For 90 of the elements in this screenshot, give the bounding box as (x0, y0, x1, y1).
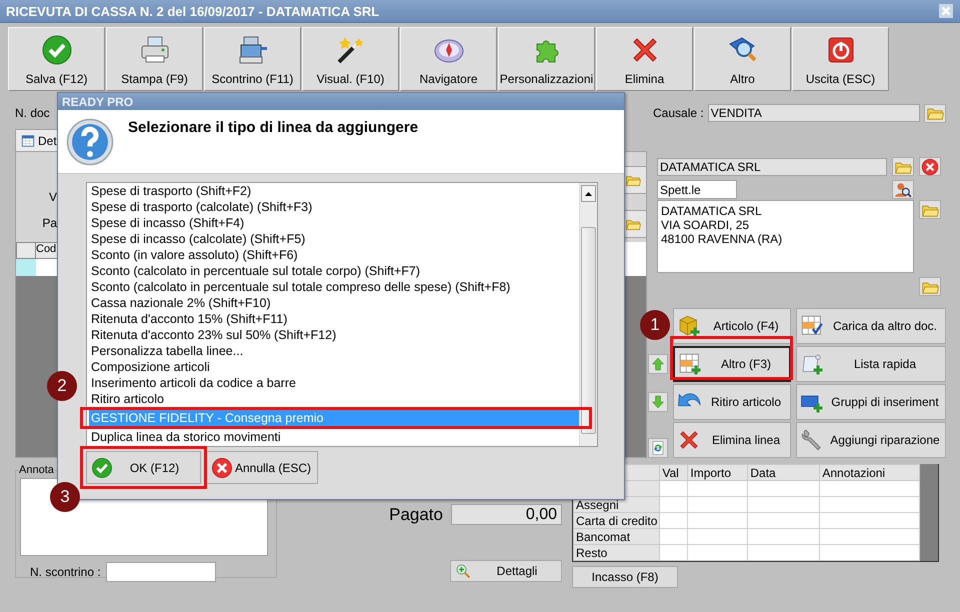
cancel-button[interactable]: Annulla (ESC) (206, 451, 318, 484)
up-arrow-icon (585, 192, 592, 196)
document-number-label: N. doc (15, 106, 51, 120)
line-button[interactable]: Lista rapida (796, 346, 946, 382)
move-up-button[interactable] (648, 354, 668, 374)
toolbar-button[interactable]: Salva (F12) (8, 27, 105, 91)
dialog-title: READY PRO (58, 93, 624, 110)
field-label: Pa (42, 216, 57, 230)
line-button[interactable]: Articolo (F4) (673, 308, 791, 344)
toolbar-button[interactable]: Uscita (ESC) (792, 27, 889, 91)
line-button[interactable]: Elimina linea (673, 422, 791, 458)
list-item[interactable]: Spese di incasso (Shift+F4) (89, 215, 579, 231)
toolbar-button[interactable]: Visual. (F10) (302, 27, 399, 91)
causale-field[interactable]: VENDITA (708, 104, 920, 122)
line-type-list[interactable] (86, 182, 598, 447)
cash-register-icon (236, 34, 268, 66)
up-arrow-icon (650, 356, 666, 372)
line-button[interactable]: Gruppi di inseriment (796, 384, 946, 420)
toolbar-button[interactable]: Personalizzazioni (498, 27, 595, 91)
question-icon (66, 118, 114, 166)
list-item[interactable]: Composizione articoli (89, 359, 579, 375)
toolbar-button[interactable]: Stampa (F9) (106, 27, 203, 91)
table-plus-icon (678, 352, 702, 376)
receipt-number-field[interactable] (106, 562, 216, 582)
check-icon (40, 34, 72, 66)
column-header: Annotazioni (820, 464, 920, 480)
box-plus-icon (677, 314, 701, 338)
line-button[interactable]: Altro (F3) (673, 346, 791, 382)
salutation-field[interactable]: Spett.le (657, 180, 737, 199)
list-item[interactable]: Spese di trasporto (calcolate) (Shift+F3) (89, 199, 579, 215)
list-item[interactable]: Ritenuta d'acconto 15% (Shift+F11) (89, 311, 579, 327)
paid-field[interactable]: 0,00 (451, 504, 562, 525)
list-item[interactable]: Personalizza tabella linee... (89, 343, 579, 359)
folder-button[interactable] (919, 200, 941, 219)
list-item[interactable]: Cassa nazionale 2% (Shift+F10) (89, 295, 579, 311)
toolbar-button[interactable]: Altro (694, 27, 791, 91)
line-button[interactable]: Ritiro articolo (673, 384, 791, 420)
details-button[interactable]: Dettagli (450, 560, 562, 582)
incasso-button[interactable]: Incasso (F8) (572, 566, 678, 588)
scroll-plus-icon (800, 352, 824, 376)
notes-label: Annota (19, 464, 54, 476)
close-icon (938, 3, 954, 19)
folder-button[interactable] (924, 104, 946, 122)
row-header (16, 242, 36, 259)
close-button[interactable] (938, 3, 954, 19)
list-item[interactable]: Inserimento articoli da codice a barre (89, 375, 579, 391)
person-search-icon (894, 180, 912, 198)
toolbar-button[interactable]: Scontrino (F11) (204, 27, 301, 91)
list-item[interactable]: Ritenuta d'acconto 23% sul 50% (Shift+F12) (89, 327, 579, 343)
move-down-button[interactable] (648, 392, 668, 412)
down-arrow-icon (650, 394, 666, 410)
customer-name-field[interactable]: DATAMATICA SRL (657, 158, 887, 176)
scroll-thumb[interactable] (581, 227, 596, 434)
scroll-up-button[interactable] (581, 185, 596, 202)
folder-button[interactable] (919, 277, 941, 296)
list-item[interactable]: Spese di trasporto (Shift+F2) (89, 183, 579, 199)
refresh-icon (650, 440, 666, 456)
address-field[interactable]: DATAMATICA SRL VIA SOARDI, 25 48100 RAVENNA (RA) (657, 200, 914, 273)
paid-label: Pagato (389, 504, 443, 524)
cancel-icon (211, 456, 233, 478)
refresh-button[interactable] (648, 438, 668, 458)
row-label: Carta di credito (574, 512, 660, 528)
check-icon (91, 456, 113, 478)
row-label: Bancomat (574, 528, 660, 544)
toolbar-button[interactable]: Navigatore (400, 27, 497, 91)
field-label: V (48, 190, 57, 204)
column-header: Importo (688, 464, 748, 480)
step-badge: 1 (640, 310, 670, 340)
line-button[interactable]: Aggiungi riparazione (796, 422, 946, 458)
dialog-heading: Selezionare il tipo di linea da aggiungere (128, 119, 418, 136)
line-button[interactable]: Carica da altro doc. (796, 308, 946, 344)
scrollbar[interactable] (579, 183, 597, 446)
list-item[interactable]: Sconto (calcolato in percentuale sul totale corpo) (Shift+F7) (89, 263, 579, 279)
calendar-icon (21, 134, 35, 148)
causale-label: Causale : (653, 106, 704, 120)
toolbar-button[interactable]: Elimina (596, 27, 693, 91)
column-header: Data (748, 464, 820, 480)
row-label: Resto (574, 544, 660, 560)
remove-button[interactable] (919, 157, 941, 176)
ok-button[interactable]: OK (F12) (86, 451, 201, 484)
window-title: RICEVUTA DI CASSA N. 2 del 16/09/2017 - DATAMATICA SRL (6, 4, 380, 18)
zoom-in-icon (455, 563, 471, 579)
search-button[interactable] (892, 180, 914, 199)
row-indicator (16, 259, 36, 276)
list-item[interactable]: Duplica linea da storico movimenti (89, 429, 579, 445)
close-icon (921, 158, 939, 176)
column-header: Val (660, 464, 688, 480)
receipt-number-label: N. scontrino : (30, 565, 101, 579)
list-item[interactable]: Ritiro articolo (89, 391, 579, 407)
list-item[interactable]: Sconto (calcolato in percentuale sul totale compreso delle spese) (Shift+F8) (89, 279, 579, 295)
